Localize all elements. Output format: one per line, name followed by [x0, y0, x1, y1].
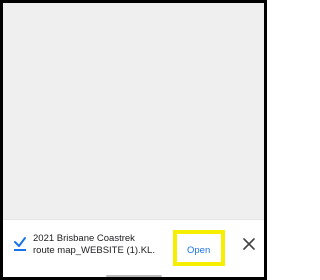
open-file-button[interactable]: Open	[187, 245, 210, 257]
file-name-line-2-suffix: L.	[147, 245, 155, 256]
file-name-line-2-prefix: route map_WEBSITE (1).K	[33, 245, 148, 256]
close-icon[interactable]	[241, 236, 257, 252]
home-indicator	[106, 275, 162, 277]
download-complete-icon	[14, 237, 26, 251]
downloaded-file-name: 2021 Brisbane Coastrek route map_WEBSITE…	[33, 233, 183, 257]
file-name-line-2: route map_WEBSITE (1).KL.	[33, 245, 183, 257]
download-notification-bar: 2021 Brisbane Coastrek route map_WEBSITE…	[3, 219, 264, 277]
phone-screen: 2021 Brisbane Coastrek route map_WEBSITE…	[0, 0, 267, 280]
file-name-line-1: 2021 Brisbane Coastrek	[33, 233, 135, 244]
page-content-area	[3, 3, 264, 219]
